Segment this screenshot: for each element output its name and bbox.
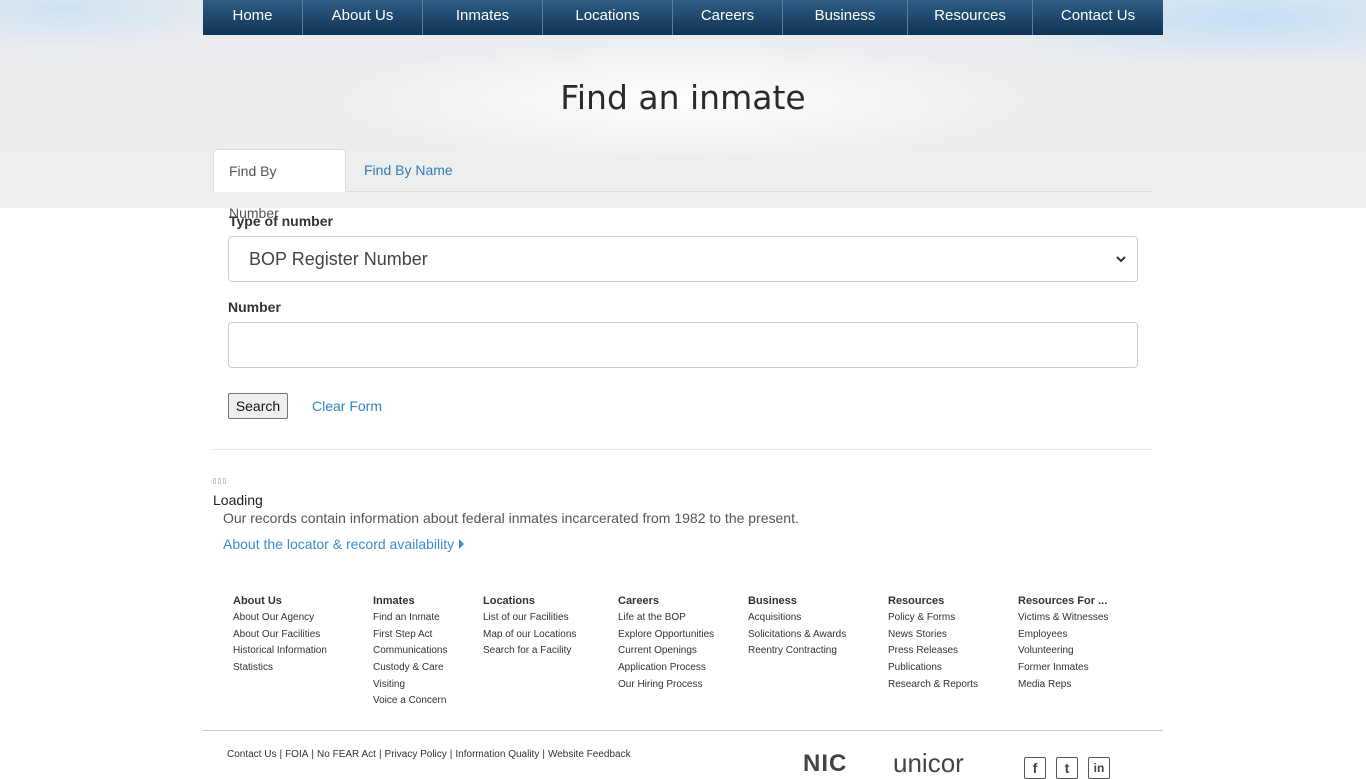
footer-column-about-us: About Us About Our Agency About Our Faci…	[233, 594, 327, 678]
footer-link[interactable]: Historical Information	[233, 644, 327, 661]
footer-link[interactable]: Former Inmates	[1018, 661, 1108, 678]
footer-heading: About Us	[233, 595, 282, 607]
number-input[interactable]	[228, 322, 1138, 368]
linkedin-icon[interactable]: in	[1088, 757, 1110, 779]
separator: |	[542, 749, 545, 760]
number-label: Number	[228, 299, 281, 315]
nav-about-us[interactable]: About Us	[303, 0, 423, 35]
search-button[interactable]: Search	[228, 393, 288, 419]
nav-inmates[interactable]: Inmates	[423, 0, 543, 35]
unicor-logo[interactable]: unicor	[893, 750, 964, 776]
footer-link[interactable]: Search for a Facility	[483, 644, 576, 661]
footer-link[interactable]: Media Reps	[1018, 678, 1108, 695]
footer-link[interactable]: First Step Act	[373, 628, 447, 645]
separator: |	[311, 749, 315, 760]
nav-resources[interactable]: Resources	[908, 0, 1033, 35]
footer-column-careers: Careers Life at the BOP Explore Opportun…	[618, 594, 714, 694]
main-nav: Home About Us Inmates Locations Careers …	[203, 0, 1163, 35]
tab-find-by-number[interactable]: Find By Number	[213, 149, 346, 221]
loading-text: Loading	[213, 492, 263, 508]
nic-logo[interactable]: NIC	[803, 752, 847, 776]
nav-contact-us[interactable]: Contact Us	[1033, 0, 1163, 35]
section-divider	[213, 449, 1153, 450]
footer-link[interactable]: Statistics	[233, 661, 327, 678]
footer-link[interactable]: Policy & Forms	[888, 611, 978, 628]
loading-spinner-icon	[213, 478, 226, 484]
legal-link-information-quality[interactable]: Information Quality	[455, 749, 539, 760]
footer-link[interactable]: Application Process	[618, 661, 714, 678]
search-tabs: Find By Number Find By Name	[213, 149, 1153, 221]
footer-link[interactable]: About Our Facilities	[233, 628, 327, 645]
footer-column-resources-for: Resources For ... Victims & Witnesses Em…	[1018, 594, 1108, 694]
legal-link-website-feedback[interactable]: Website Feedback	[548, 749, 631, 760]
footer-link[interactable]: Employees	[1018, 628, 1108, 645]
footer-heading: Resources	[888, 595, 945, 607]
footer-link[interactable]: News Stories	[888, 628, 978, 645]
footer-link[interactable]: Research & Reports	[888, 678, 978, 695]
nav-home[interactable]: Home	[203, 0, 303, 35]
footer-heading: Business	[748, 595, 797, 607]
about-locator-link-label: About the locator & record availability	[223, 536, 455, 552]
footer-link[interactable]: Our Hiring Process	[618, 678, 714, 695]
footer-link[interactable]: Map of our Locations	[483, 628, 576, 645]
footer-heading: Locations	[483, 595, 535, 607]
type-of-number-label: Type of number	[229, 213, 333, 229]
clear-form-link[interactable]: Clear Form	[312, 398, 382, 414]
separator: |	[449, 749, 453, 760]
footer-link[interactable]: Communications	[373, 644, 447, 661]
footer-link[interactable]: Find an Inmate	[373, 611, 447, 628]
loading-dot	[218, 478, 221, 484]
twitter-icon[interactable]: t	[1056, 757, 1078, 779]
loading-dot	[223, 478, 226, 484]
footer-link[interactable]: About Our Agency	[233, 611, 327, 628]
legal-link-no-fear-act[interactable]: No FEAR Act	[317, 749, 376, 760]
number-type-selected-value: BOP Register Number	[249, 249, 428, 269]
footer-column-inmates: Inmates Find an Inmate First Step Act Co…	[373, 594, 447, 711]
footer-divider	[203, 730, 1163, 731]
separator: |	[279, 749, 283, 760]
caret-right-icon	[459, 539, 465, 549]
legal-link-privacy-policy[interactable]: Privacy Policy	[385, 749, 447, 760]
records-note: Our records contain information about fe…	[223, 510, 799, 526]
footer-link[interactable]: Press Releases	[888, 644, 978, 661]
about-locator-link[interactable]: About the locator & record availability	[223, 536, 465, 552]
tab-find-by-name[interactable]: Find By Name	[349, 149, 468, 191]
facebook-icon[interactable]: f	[1024, 757, 1046, 779]
footer-link[interactable]: List of our Facilities	[483, 611, 576, 628]
footer-link[interactable]: Custody & Care	[373, 661, 447, 678]
footer-link[interactable]: Current Openings	[618, 644, 714, 661]
footer-heading: Careers	[618, 595, 659, 607]
number-type-select[interactable]: BOP Register Number	[228, 236, 1138, 282]
footer-heading: Resources For ...	[1018, 595, 1108, 607]
page-title: Find an inmate	[560, 78, 806, 117]
chevron-down-icon	[1116, 256, 1126, 263]
footer-column-resources: Resources Policy & Forms News Stories Pr…	[888, 594, 978, 694]
nav-locations[interactable]: Locations	[543, 0, 673, 35]
footer-column-business: Business Acquisitions Solicitations & Aw…	[748, 594, 846, 661]
footer-link[interactable]: Victims & Witnesses	[1018, 611, 1108, 628]
footer-link[interactable]: Voice a Concern	[373, 694, 447, 711]
footer-link[interactable]: Life at the BOP	[618, 611, 714, 628]
footer-link[interactable]: Reentry Contracting	[748, 644, 846, 661]
separator: |	[378, 749, 382, 760]
footer-link[interactable]: Visiting	[373, 678, 447, 695]
footer-link[interactable]: Acquisitions	[748, 611, 846, 628]
loading-dot	[213, 478, 216, 484]
footer-link[interactable]: Publications	[888, 661, 978, 678]
legal-links: Contact Us | FOIA | No FEAR Act | Privacy P…	[227, 749, 631, 760]
nav-careers[interactable]: Careers	[673, 0, 783, 35]
nav-business[interactable]: Business	[783, 0, 908, 35]
footer-link[interactable]: Solicitations & Awards	[748, 628, 846, 645]
legal-link-contact-us[interactable]: Contact Us	[227, 749, 276, 760]
legal-link-foia[interactable]: FOIA	[285, 749, 308, 760]
footer-heading: Inmates	[373, 595, 415, 607]
footer-column-locations: Locations List of our Facilities Map of …	[483, 594, 576, 661]
footer-link[interactable]: Volunteering	[1018, 644, 1108, 661]
footer-link[interactable]: Explore Opportunities	[618, 628, 714, 645]
